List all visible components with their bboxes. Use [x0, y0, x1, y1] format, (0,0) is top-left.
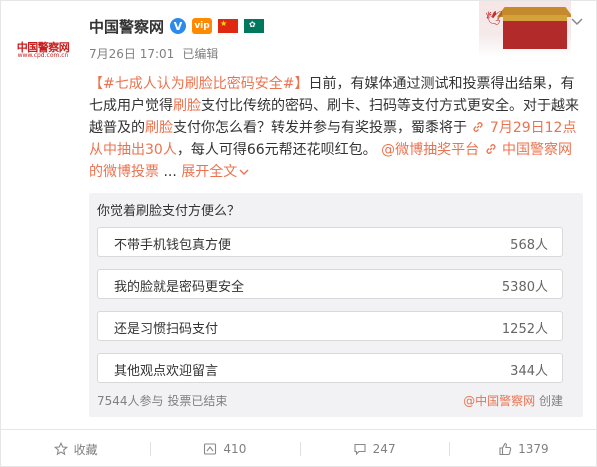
repost-button[interactable]: 410	[150, 430, 299, 467]
poll-option[interactable]: 不带手机钱包真方便 568人	[97, 227, 563, 257]
post-text: 【#七成人认为刷脸比密码安全#】日前，有媒体通过测试和投票得出结果，有七成用户觉…	[89, 73, 584, 183]
poll-question: 你觉着刷脸支付方便么？	[97, 204, 241, 219]
post-text-3: 支付你怎么看？转发并参与有奖投票，蜀黍将于	[173, 120, 467, 136]
repost-icon	[204, 443, 217, 455]
post-meta: 7月26日 17:01 已编辑	[89, 45, 218, 62]
verified-icon[interactable]: V	[170, 18, 187, 34]
like-count: 1379	[518, 442, 549, 456]
poll-option-label: 还是习惯扫码支付	[114, 322, 219, 337]
avatar-logo-subtext: www.cpd.com.cn	[17, 52, 69, 59]
macau-flag-icon: ✿	[244, 19, 265, 33]
post-time[interactable]: 7月26日 17:01	[89, 45, 174, 62]
poll-option-count: 568人	[510, 238, 548, 253]
poll-footer: 7544人参与 投票已结束 @中国警察网 创建	[97, 392, 563, 409]
keyword-link-1[interactable]: 刷脸	[173, 98, 201, 114]
keyword-link-2[interactable]: 刷脸	[145, 120, 173, 136]
author-name[interactable]: 中国警察网	[89, 16, 164, 37]
weibo-post-card: 中国警察网 www.cpd.com.cn 中国警察网 V vip ★ ✿ 7月2…	[0, 0, 597, 467]
action-bar: 收藏 410 247 1379	[1, 430, 597, 467]
like-button[interactable]: 1379	[448, 430, 597, 467]
poll-created-label: 创建	[538, 394, 563, 408]
mention-link[interactable]: @微博抽奖平台	[381, 142, 479, 158]
open-bracket: 【	[89, 76, 103, 92]
favorite-button[interactable]: 收藏	[1, 430, 150, 467]
repost-count: 410	[223, 442, 247, 456]
thumbs-up-icon	[499, 442, 512, 456]
favorite-label: 收藏	[73, 442, 98, 457]
poll-creator: @中国警察网 创建	[463, 392, 563, 409]
poll-participants-status: 7544人参与 投票已结束	[97, 394, 228, 408]
dove-icon: 🕊	[485, 11, 503, 27]
comment-icon	[354, 443, 366, 456]
poll-option-label: 我的脸就是密码更安全	[114, 280, 245, 295]
link-icon	[486, 144, 496, 154]
cover-image: 🕊	[479, 1, 571, 57]
author-row: 中国警察网 V vip ★ ✿	[89, 13, 265, 39]
poll-option[interactable]: 我的脸就是密码更安全 5380人	[97, 269, 563, 299]
comment-count: 247	[372, 442, 396, 456]
close-bracket: 】	[294, 76, 309, 92]
poll-option-label: 其他观点欢迎留言	[114, 364, 219, 379]
avatar[interactable]: 中国警察网 www.cpd.com.cn	[15, 19, 71, 75]
chevron-down-icon	[239, 169, 249, 175]
poll-creator-link[interactable]: @中国警察网	[463, 394, 535, 408]
vip-badge-icon[interactable]: vip	[192, 18, 213, 34]
poll-option-label: 不带手机钱包真方便	[114, 238, 232, 253]
poll-card: 你觉着刷脸支付方便么？ 不带手机钱包真方便 568人 我的脸就是密码更安全 53…	[89, 193, 583, 417]
poll-option-count: 5380人	[501, 280, 548, 295]
poll-option-count: 1252人	[501, 322, 548, 337]
more-options-icon[interactable]	[568, 13, 586, 31]
expand-full-text-link[interactable]: 展开全文	[181, 164, 249, 180]
star-icon	[53, 442, 68, 456]
ellipsis: ...	[163, 164, 177, 180]
edited-label[interactable]: 已编辑	[182, 45, 218, 62]
poll-option-count: 344人	[510, 364, 548, 379]
post-text-4: ，每人可得66元帮还花呗红包。	[176, 142, 377, 158]
poll-option[interactable]: 还是习惯扫码支付 1252人	[97, 311, 563, 341]
poll-option[interactable]: 其他观点欢迎留言 344人	[97, 353, 563, 383]
comment-button[interactable]: 247	[299, 430, 449, 467]
topic-link[interactable]: #七成人认为刷脸比密码安全#	[103, 76, 294, 92]
china-flag-icon: ★	[218, 19, 239, 33]
link-icon	[473, 122, 483, 132]
